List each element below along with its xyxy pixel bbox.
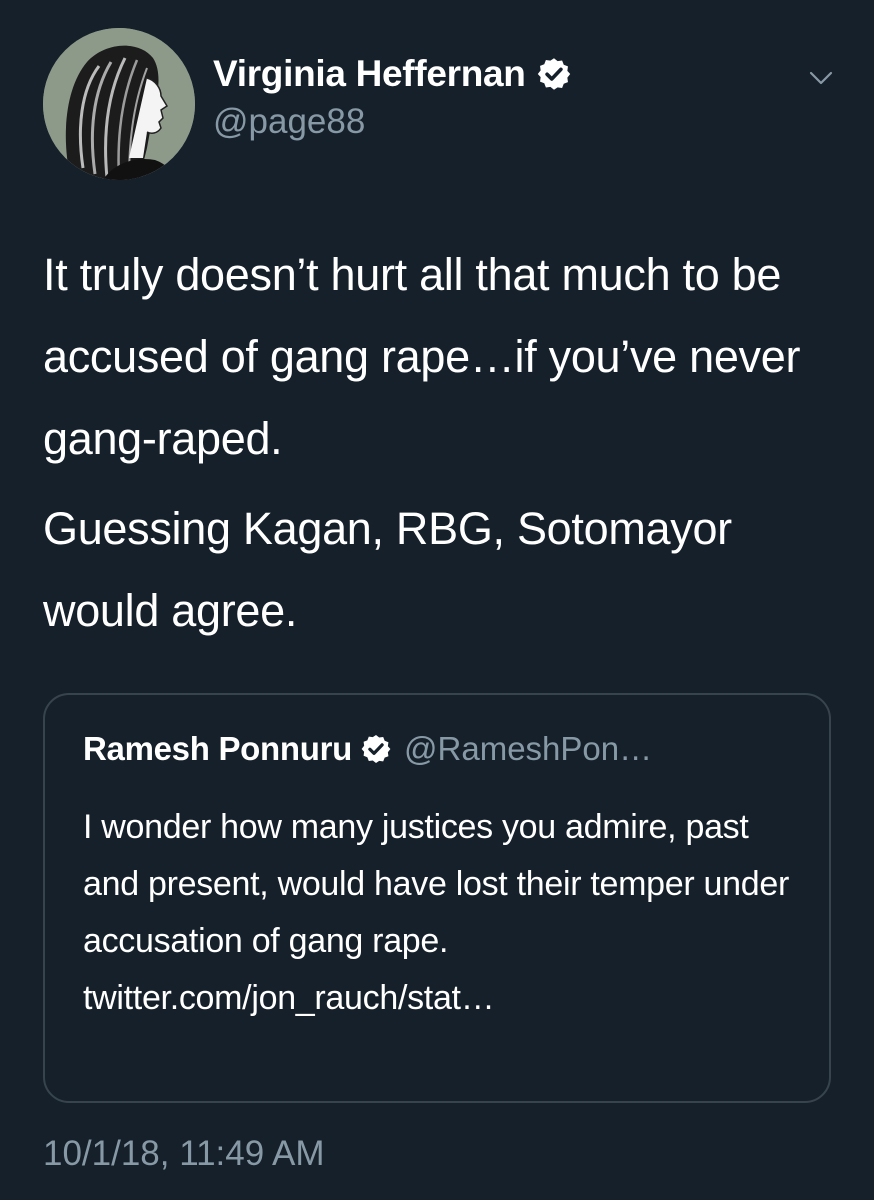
quoted-tweet-text: I wonder how many justices you admire, p… bbox=[83, 808, 789, 1017]
chevron-down-icon[interactable] bbox=[808, 68, 834, 88]
tweet: Virginia Heffernan @page88 It truly does… bbox=[0, 0, 874, 1200]
quoted-tweet-header: Ramesh Ponnuru @RameshPon… bbox=[83, 729, 652, 769]
quoted-tweet-card[interactable]: Ramesh Ponnuru @RameshPon… I wonder how … bbox=[43, 693, 831, 1103]
quoted-author-handle: @RameshPon… bbox=[404, 730, 653, 767]
verified-badge-icon bbox=[537, 58, 570, 90]
author-avatar[interactable] bbox=[43, 28, 195, 180]
profile-avatar-icon bbox=[43, 28, 195, 180]
tweet-timestamp[interactable]: 10/1/18, 11:49 AM bbox=[43, 1134, 325, 1174]
author-block[interactable]: Virginia Heffernan @page88 bbox=[213, 52, 572, 142]
author-name-row: Virginia Heffernan bbox=[213, 52, 572, 96]
quoted-author-name: Ramesh Ponnuru bbox=[83, 730, 353, 767]
tweet-paragraph: Guessing Kagan, RBG, Sotomayor would agr… bbox=[43, 503, 732, 636]
author-handle[interactable]: @page88 bbox=[213, 102, 572, 142]
tweet-text: It truly doesn’t hurt all that much to b… bbox=[43, 234, 843, 652]
tweet-paragraph: It truly doesn’t hurt all that much to b… bbox=[43, 249, 801, 464]
verified-badge-icon bbox=[361, 735, 391, 763]
author-name[interactable]: Virginia Heffernan bbox=[213, 53, 526, 95]
